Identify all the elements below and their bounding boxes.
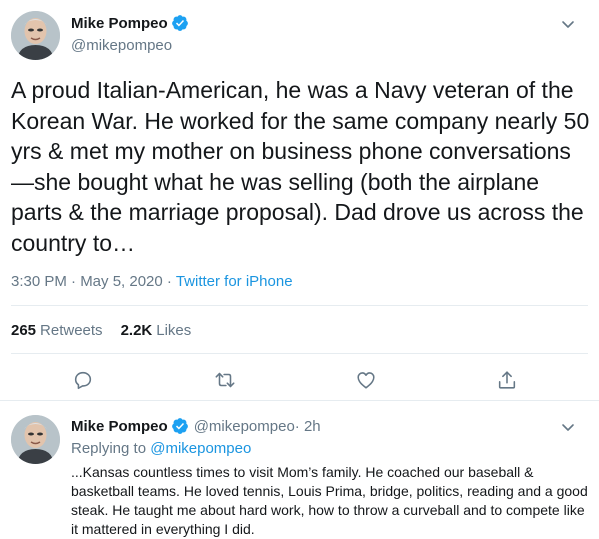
retweets-stat[interactable]: 265 Retweets <box>11 322 103 339</box>
reply-text: ...Kansas countless times to visit Mom’s… <box>71 464 588 537</box>
main-tweet: Mike Pompeo @mikepompeo A proud Italian-… <box>0 0 599 400</box>
reply-tweet[interactable]: Mike Pompeo @mikepompeo · 2h Replying to… <box>0 401 599 539</box>
verified-badge-icon <box>171 15 188 31</box>
retweets-count: 265 <box>11 322 37 339</box>
like-icon[interactable] <box>355 369 377 391</box>
tweet-meta: 3:30 PM · May 5, 2020 · Twitter for iPho… <box>11 273 293 290</box>
timestamp[interactable]: 3:30 PM · May 5, 2020 <box>11 273 163 290</box>
replying-to: Replying to @mikepompeo <box>71 440 251 457</box>
reply-icon[interactable] <box>72 369 94 391</box>
retweets-label: Retweets <box>40 322 103 339</box>
timestamp[interactable]: · 2h <box>295 418 321 435</box>
replying-prefix: Replying to <box>71 440 151 457</box>
handle[interactable]: @mikepompeo <box>194 418 295 435</box>
engagement-stats: 265 Retweets 2.2K Likes <box>11 322 191 339</box>
chevron-down-icon[interactable] <box>560 16 576 32</box>
divider <box>11 353 588 354</box>
source-link[interactable]: Twitter for iPhone <box>176 273 293 290</box>
display-name[interactable]: Mike Pompeo <box>71 15 168 32</box>
handle[interactable]: @mikepompeo <box>71 37 172 54</box>
action-bar <box>0 369 599 393</box>
share-icon[interactable] <box>496 369 518 391</box>
meta-separator: · <box>162 273 176 290</box>
mention-link[interactable]: @mikepompeo <box>150 440 251 457</box>
divider <box>11 305 588 306</box>
likes-stat[interactable]: 2.2K Likes <box>121 322 192 339</box>
avatar[interactable] <box>11 11 60 60</box>
display-name[interactable]: Mike Pompeo <box>71 418 168 435</box>
likes-label: Likes <box>156 322 192 339</box>
verified-badge-icon <box>171 418 188 434</box>
chevron-down-icon[interactable] <box>560 419 576 435</box>
tweet-text: A proud Italian-American, he was a Navy … <box>11 77 590 256</box>
avatar[interactable] <box>11 415 60 464</box>
likes-count: 2.2K <box>120 322 153 339</box>
retweet-icon[interactable] <box>214 369 236 391</box>
